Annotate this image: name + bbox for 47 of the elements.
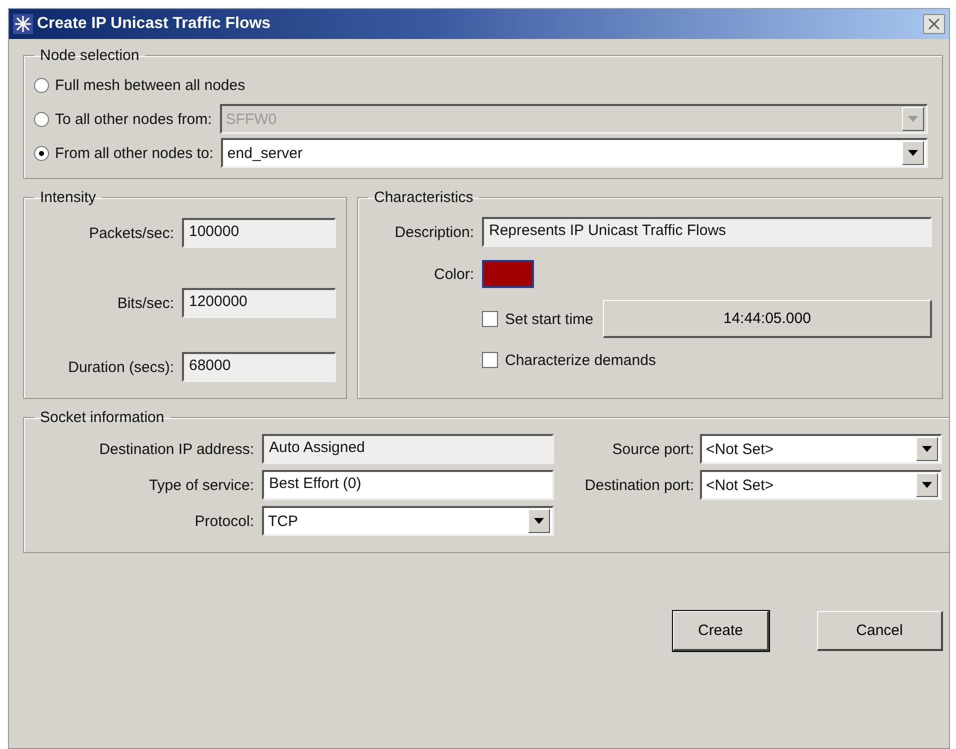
input-field[interactable]: Auto Assigned [262, 434, 554, 464]
checkbox[interactable] [482, 352, 498, 368]
group-title: Characteristics [373, 189, 474, 206]
dropdown-arrow-icon [922, 446, 932, 452]
cancel-button[interactable]: Cancel [817, 611, 943, 651]
input-field[interactable]: 1200000 [182, 288, 336, 318]
radio-label: From all other nodes to: [55, 144, 214, 162]
field-label: Duration (secs): [67, 358, 175, 376]
color-swatch[interactable] [482, 260, 534, 288]
input-field[interactable]: 100000 [182, 218, 336, 248]
radio-label: To all other nodes from: [55, 110, 212, 128]
dropdown[interactable]: <Not Set> [700, 470, 942, 500]
dropdown[interactable]: TCP [262, 506, 554, 536]
node-dropdown[interactable]: end_server [221, 138, 928, 168]
radio-button[interactable] [34, 78, 49, 92]
star-icon [13, 14, 33, 34]
field-label: Source port: [611, 440, 695, 458]
field-label: Destination IP address: [98, 440, 255, 458]
field-label: Color: [432, 266, 475, 282]
start-time-button[interactable]: 14:44:05.000 [603, 300, 932, 338]
field-label: Destination port: [584, 476, 695, 494]
close-button[interactable] [923, 14, 945, 34]
radio-button[interactable] [34, 112, 49, 126]
dropdown-arrow-icon [908, 116, 918, 122]
field-label: Packets/sec: [88, 224, 175, 242]
input-field[interactable]: Best Effort (0) [262, 470, 554, 500]
dropdown-arrow-icon [534, 518, 544, 524]
radio-button[interactable] [34, 146, 49, 160]
create-button[interactable]: Create [673, 611, 769, 651]
group-title: Socket information [39, 409, 166, 426]
radio-label: Full mesh between all nodes [55, 76, 246, 94]
description-field[interactable]: Represents IP Unicast Traffic Flows [482, 217, 932, 247]
input-field[interactable]: 68000 [182, 352, 336, 382]
checkbox-label: Characterize demands [505, 352, 656, 368]
checkbox-label: Set start time [505, 310, 594, 328]
group-title: Intensity [39, 189, 97, 206]
checkbox[interactable] [482, 311, 498, 327]
dropdown-arrow-icon [922, 482, 932, 488]
field-label: Type of service: [148, 476, 255, 494]
dropdown[interactable]: <Not Set> [700, 434, 942, 464]
window-title: Create IP Unicast Traffic Flows [37, 15, 272, 33]
group-title: Node selection [39, 47, 140, 64]
field-label: Description: [394, 224, 475, 240]
dropdown-arrow-icon [908, 150, 918, 156]
field-label: Bits/sec: [116, 294, 175, 312]
field-label: Protocol: [194, 512, 255, 530]
close-icon [928, 18, 940, 30]
